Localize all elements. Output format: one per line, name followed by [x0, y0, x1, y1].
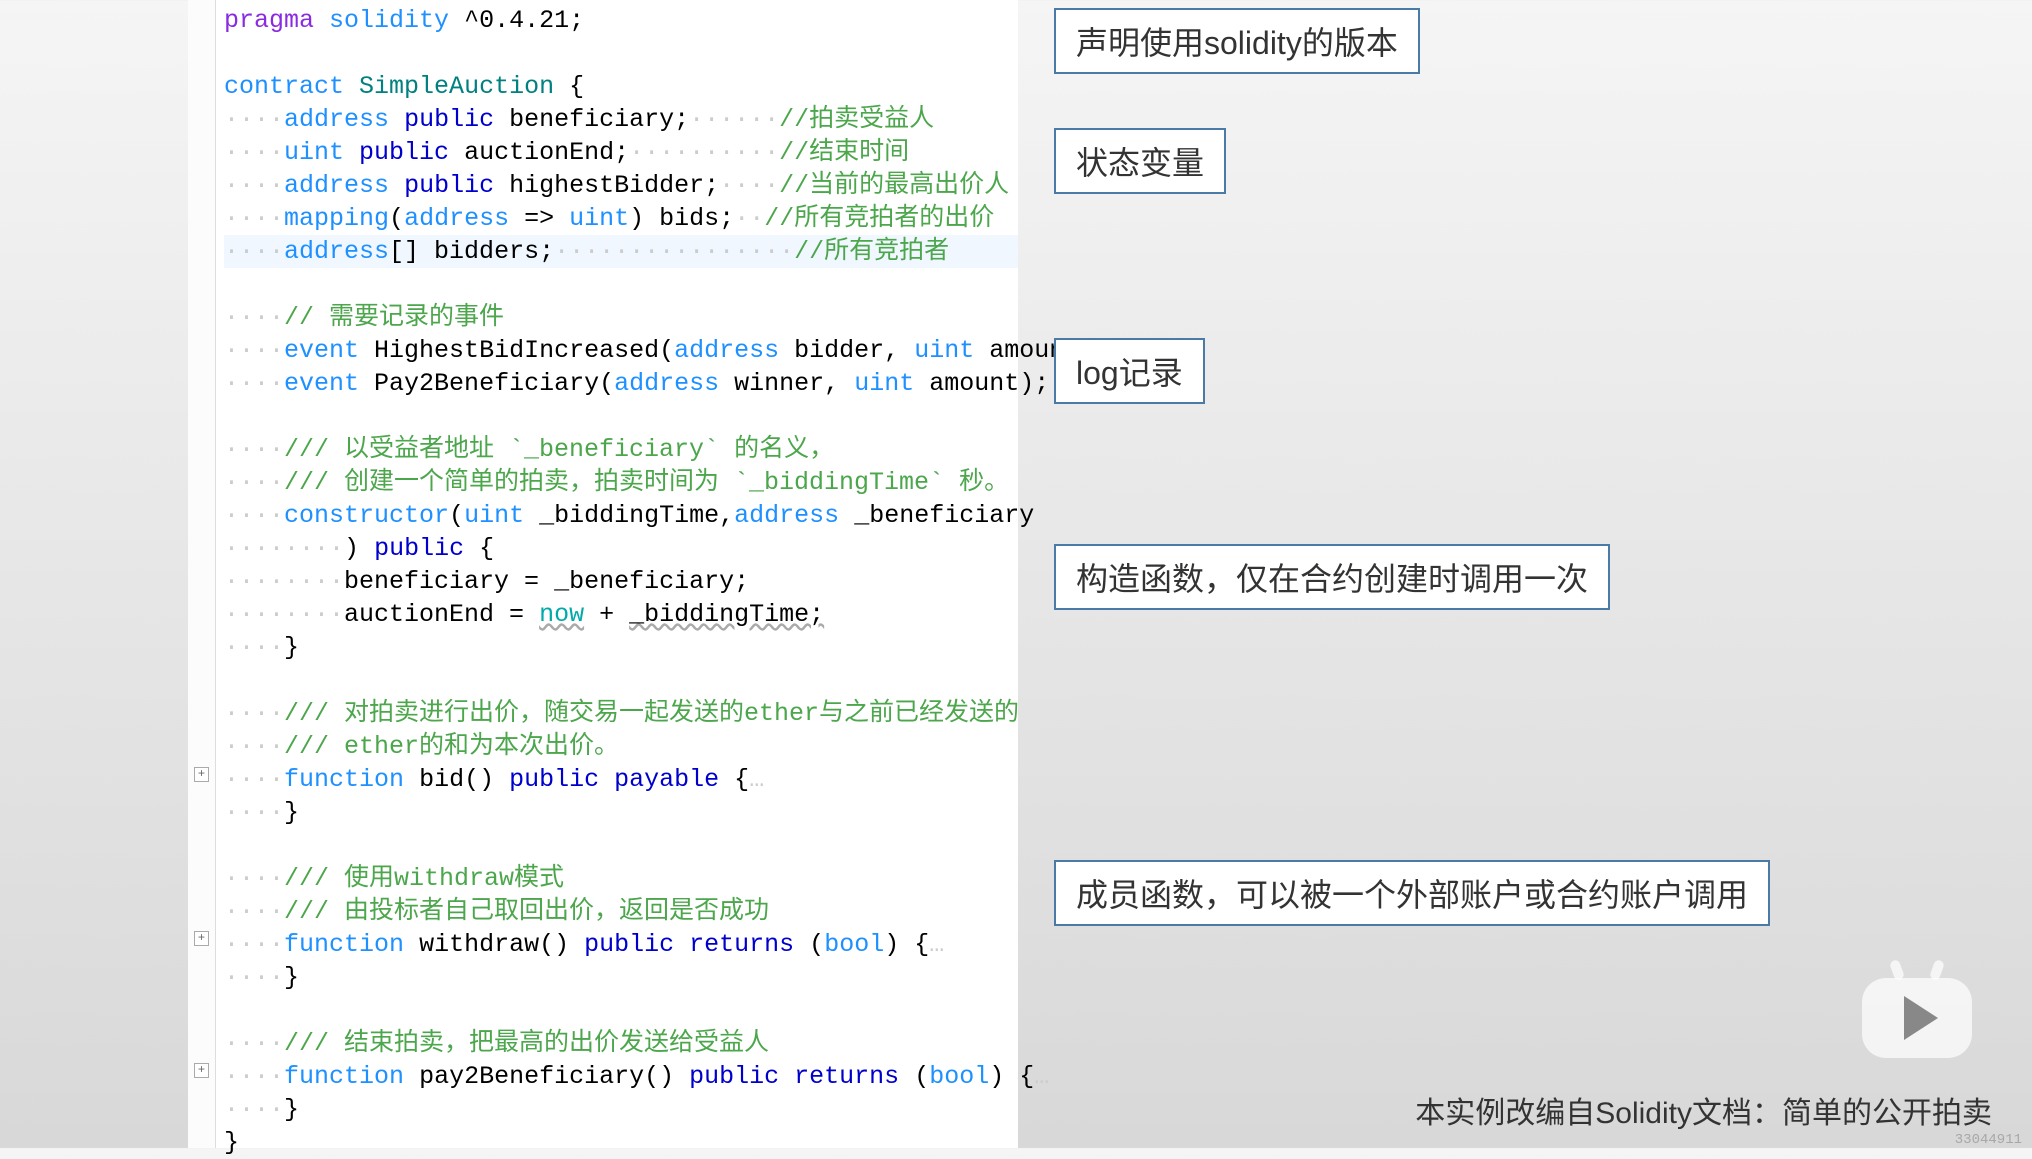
annotation-state-vars: 状态变量 — [1054, 128, 1226, 194]
type: bool — [824, 930, 884, 959]
kw: public — [584, 930, 674, 959]
comment: /// 以受益者地址 `_beneficiary` 的名义， — [284, 435, 834, 464]
type: address — [284, 237, 389, 266]
comment: /// 创建一个简单的拍卖，拍卖时间为 `_biddingTime` 秒。 — [284, 468, 1009, 497]
ident: _biddingTime; — [629, 600, 824, 629]
play-icon[interactable] — [1862, 978, 1972, 1058]
paren: ) — [344, 534, 359, 563]
kw: public — [374, 534, 464, 563]
kw: function — [284, 930, 404, 959]
kw: mapping — [284, 204, 389, 233]
version: ^0.4.21; — [464, 6, 584, 35]
annotation-log: log记录 — [1054, 338, 1205, 404]
annotation-constructor: 构造函数，仅在合约创建时调用一次 — [1054, 544, 1610, 610]
ident: ) bids; — [629, 204, 734, 233]
code-body: pragma solidity ^0.4.21; contract Simple… — [224, 4, 1018, 1159]
brace: } — [284, 798, 299, 827]
param: amount); — [929, 369, 1049, 398]
param: bidder, — [794, 336, 899, 365]
comment: //所有竞拍者的出价 — [764, 204, 994, 233]
ident: beneficiary; — [509, 105, 689, 134]
fold-icon[interactable]: + — [194, 767, 209, 782]
brace: } — [284, 963, 299, 992]
type: address — [284, 171, 389, 200]
brace: { — [734, 765, 749, 794]
stmt: beneficiary = _beneficiary; — [344, 567, 749, 596]
brace: { — [569, 72, 584, 101]
code-panel: + + + pragma solidity ^0.4.21; contract … — [188, 0, 1018, 1148]
type: uint — [464, 501, 524, 530]
ellipsis: … — [749, 765, 764, 794]
kw: payable — [614, 765, 719, 794]
type: address — [734, 501, 839, 530]
footer-note: 本实例改编自Solidity文档：简单的公开拍卖 — [1415, 1088, 1992, 1132]
ident: highestBidder; — [509, 171, 719, 200]
ident: auctionEnd; — [464, 138, 629, 167]
comment: /// 结束拍卖，把最高的出价发送给受益人 — [284, 1029, 769, 1058]
brace: } — [224, 1128, 239, 1157]
ellipsis: … — [929, 930, 944, 959]
kw-contract: contract — [224, 72, 344, 101]
comment: //所有竞拍者 — [794, 237, 949, 266]
brace: } — [284, 1095, 299, 1124]
kw: constructor — [284, 501, 449, 530]
event-name: HighestBidIncreased( — [374, 336, 674, 365]
comment: // 需要记录的事件 — [284, 303, 504, 332]
comment: /// 对拍卖进行出价，随交易一起发送的ether与之前已经发送的 — [284, 699, 1019, 728]
comment: //结束时间 — [779, 138, 909, 167]
comment: /// 由投标者自己取回出价，返回是否成功 — [284, 897, 769, 926]
event-name: Pay2Beneficiary( — [374, 369, 614, 398]
comment: /// ether的和为本次出价。 — [284, 732, 619, 761]
fn-name: pay2Beneficiary() — [419, 1062, 674, 1091]
kw: event — [284, 369, 359, 398]
type: uint — [284, 138, 344, 167]
ellipsis: … — [1034, 1062, 1049, 1091]
kw: function — [284, 765, 404, 794]
annotation-members: 成员函数，可以被一个外部账户或合约账户调用 — [1054, 860, 1770, 926]
fn-name: withdraw() — [419, 930, 569, 959]
brace: ) { — [884, 930, 929, 959]
play-triangle — [1904, 996, 1938, 1040]
fold-icon[interactable]: + — [194, 1063, 209, 1078]
op: + — [584, 600, 629, 629]
contract-name: SimpleAuction — [359, 72, 554, 101]
now-kw: now — [539, 600, 584, 629]
type: address — [404, 204, 509, 233]
type: uint — [854, 369, 914, 398]
kw-pragma: pragma — [224, 6, 314, 35]
param: winner, — [734, 369, 839, 398]
op: => — [524, 204, 554, 233]
kw: event — [284, 336, 359, 365]
comment: //拍卖受益人 — [779, 105, 934, 134]
type: address — [674, 336, 779, 365]
comment: /// 使用withdraw模式 — [284, 864, 564, 893]
brace: { — [479, 534, 494, 563]
kw: public — [359, 138, 449, 167]
kw: returns — [794, 1062, 899, 1091]
param: _biddingTime, — [539, 501, 734, 530]
kw: public — [404, 105, 494, 134]
kw: public — [689, 1062, 779, 1091]
annotation-pragma: 声明使用solidity的版本 — [1054, 8, 1420, 74]
watermark: 33044911 — [1955, 1132, 2022, 1148]
brace: ) { — [989, 1062, 1034, 1091]
kw: public — [404, 171, 494, 200]
kw: function — [284, 1062, 404, 1091]
kw: public — [509, 765, 599, 794]
fn-name: bid() — [419, 765, 494, 794]
comment: //当前的最高出价人 — [779, 171, 1009, 200]
code-gutter: + + + — [188, 0, 216, 1148]
kw: returns — [689, 930, 794, 959]
brace: } — [284, 633, 299, 662]
param: _beneficiary — [854, 501, 1034, 530]
type: address — [614, 369, 719, 398]
ident: [] bidders; — [389, 237, 554, 266]
stmt: auctionEnd = — [344, 600, 539, 629]
type: bool — [929, 1062, 989, 1091]
type: uint — [569, 204, 629, 233]
type: address — [284, 105, 389, 134]
type: uint — [914, 336, 974, 365]
kw-solidity: solidity — [329, 6, 449, 35]
fold-icon[interactable]: + — [194, 931, 209, 946]
